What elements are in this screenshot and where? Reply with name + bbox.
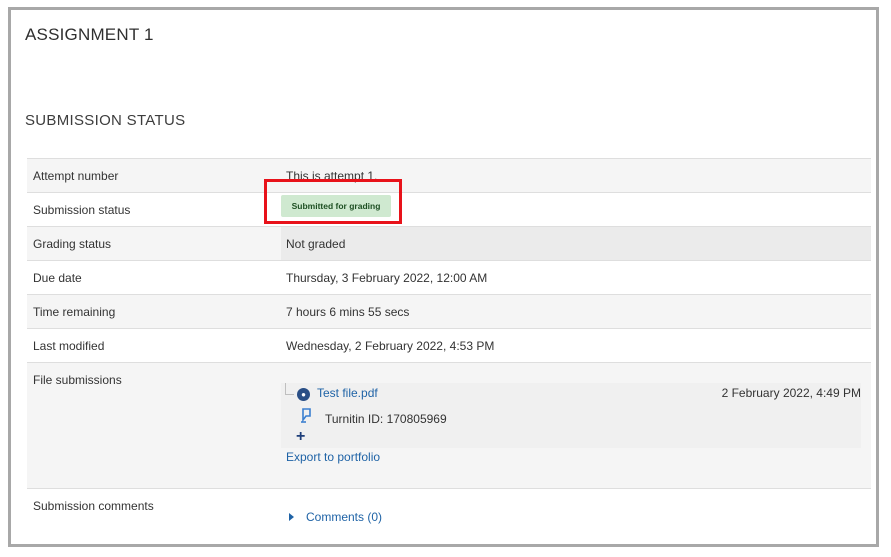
file-submissions-label: File submissions bbox=[33, 373, 122, 387]
plus-icon[interactable]: + bbox=[296, 429, 305, 445]
file-link[interactable]: Test file.pdf bbox=[317, 386, 378, 400]
due-date-label: Due date bbox=[33, 271, 82, 285]
submission-status-label: Submission status bbox=[33, 203, 131, 217]
turnitin-icon bbox=[301, 408, 311, 423]
file-date: 2 February 2022, 4:49 PM bbox=[721, 386, 861, 400]
table-row-comments: Submission comments Comments (0) bbox=[27, 489, 871, 549]
time-remaining-value: 7 hours 6 mins 55 secs bbox=[286, 305, 410, 319]
expand-caret-icon[interactable] bbox=[289, 513, 294, 521]
file-tree: ● Test file.pdf 2 February 2022, 4:49 PM… bbox=[281, 383, 861, 448]
table-row-time: Time remaining 7 hours 6 mins 55 secs bbox=[27, 295, 871, 329]
time-remaining-label: Time remaining bbox=[33, 305, 116, 319]
table-row-files: File submissions ● Test file.pdf 2 Febru… bbox=[27, 363, 871, 489]
submission-status-table: Attempt number This is attempt 1. Submis… bbox=[27, 158, 871, 549]
grading-status-value: Not graded bbox=[286, 237, 346, 251]
last-modified-value: Wednesday, 2 February 2022, 4:53 PM bbox=[286, 339, 495, 353]
table-row-due: Due date Thursday, 3 February 2022, 12:0… bbox=[27, 261, 871, 295]
assignment-title: ASSIGNMENT 1 bbox=[25, 25, 154, 44]
comments-link[interactable]: Comments (0) bbox=[306, 510, 382, 524]
last-modified-label: Last modified bbox=[33, 339, 105, 353]
tree-connector bbox=[285, 383, 294, 395]
export-to-portfolio-link[interactable]: Export to portfolio bbox=[286, 450, 380, 464]
table-row-modified: Last modified Wednesday, 2 February 2022… bbox=[27, 329, 871, 363]
table-row-attempt: Attempt number This is attempt 1. bbox=[27, 159, 871, 193]
turnitin-id: Turnitin ID: 170805969 bbox=[325, 412, 447, 426]
table-row-grading: Grading status Not graded bbox=[27, 227, 871, 261]
submission-status-heading: SUBMISSION STATUS bbox=[25, 112, 186, 129]
grading-value-background bbox=[281, 227, 871, 260]
table-row-status: Submission status Submitted for grading bbox=[27, 193, 871, 227]
highlight-box bbox=[264, 179, 402, 224]
assignment-panel: ASSIGNMENT 1 SUBMISSION STATUS Attempt n… bbox=[8, 7, 879, 547]
submission-comments-label: Submission comments bbox=[33, 499, 154, 513]
pdf-file-icon: ● bbox=[297, 388, 310, 401]
due-date-value: Thursday, 3 February 2022, 12:00 AM bbox=[286, 271, 488, 285]
grading-status-label: Grading status bbox=[33, 237, 112, 251]
attempt-label: Attempt number bbox=[33, 169, 119, 183]
